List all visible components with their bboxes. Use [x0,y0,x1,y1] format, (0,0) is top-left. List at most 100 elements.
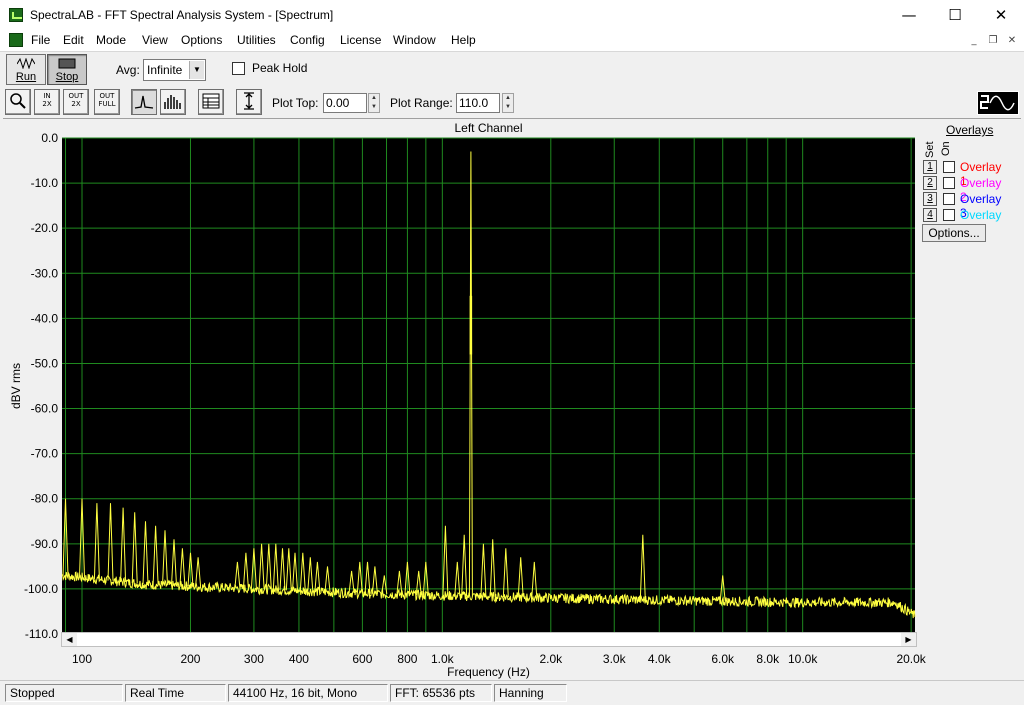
zoom-out-full-icon: OUT FULL [95,92,119,108]
zoom-in-2x-icon: IN 2X [35,92,59,108]
y-tick-label: -70.0 [31,447,59,461]
zoom-in-top-label: IN [43,92,51,100]
menu-edit[interactable]: Edit [63,33,84,47]
overlay-2-set-button[interactable]: 2 [923,176,937,190]
zoom-out-bottom-label: 2X [71,100,81,108]
peak-hold-checkbox[interactable] [232,62,245,75]
menu-config[interactable]: Config [290,33,325,47]
line-plot-button[interactable] [131,89,157,115]
y-tick-label: -60.0 [31,402,59,416]
line-plot-icon [134,95,154,109]
x-tick-label: 6.0k [711,652,735,666]
app-icon [9,8,23,22]
zoom-in-2x-button[interactable]: IN 2X [34,89,60,115]
zoom-out-2x-button[interactable]: OUT 2X [63,89,89,115]
overlay-3-checkbox[interactable] [943,193,955,205]
status-window: Hanning [494,684,567,702]
x-tick-label: 3.0k [603,652,627,666]
overlay-1-set-button[interactable]: 1 [923,160,937,174]
x-tick-label: 200 [180,652,200,666]
overlays-on-label: On [940,141,952,156]
zoom-button[interactable] [5,89,31,115]
overlay-options-button[interactable]: Options... [922,224,986,242]
menu-window[interactable]: Window [393,33,436,47]
overlay-4-set-button[interactable]: 4 [923,208,937,222]
document-icon[interactable] [9,33,23,47]
y-tick-label: -30.0 [31,266,59,280]
y-tick-label: -10.0 [31,176,59,190]
x-tick-label: 800 [397,652,417,666]
chevron-down-icon[interactable]: ▼ [189,61,204,79]
spectrum-plot-svg: 0.0 -10.0 -20.0 -30.0 -40.0 -50.0 -60.0 -70.0 -8… [9,121,927,679]
plot-top-label: Plot Top: [272,96,319,110]
zoom-out-full-button[interactable]: OUT FULL [94,89,120,115]
spectrum-chart: 0.0 -10.0 -20.0 -30.0 -40.0 -50.0 -60.0 -70.0 -8… [3,118,1021,680]
stop-square-icon [58,58,76,69]
bar-plot-icon [164,95,181,109]
x-axis-label: Frequency (Hz) [447,665,530,679]
plot-range-input[interactable]: 110.0 [456,93,500,113]
overlay-2-checkbox[interactable] [943,177,955,189]
zoom-full-top-label: OUT [99,92,115,100]
table-button[interactable] [198,89,224,115]
bar-plot-button[interactable] [160,89,186,115]
mdi-minimize-button[interactable]: _ [966,34,982,48]
x-tick-label: 100 [72,652,92,666]
avg-select[interactable]: Infinite ▼ [143,59,206,81]
scroll-left-icon[interactable]: ◀ [62,633,77,646]
y-axis-label: dBV rms [9,363,23,409]
y-tick-label: -50.0 [31,356,59,370]
y-tick-label: -80.0 [31,492,59,506]
sine-wave-icon [17,58,35,69]
menu-mode[interactable]: Mode [96,33,126,47]
x-tick-label: 20.0k [896,652,926,666]
overlay-4-checkbox[interactable] [943,209,955,221]
horizontal-scrollbar[interactable]: ◀ ▶ [61,632,917,647]
minimize-button[interactable]: — [886,0,932,31]
avg-value: Infinite [147,63,183,77]
menu-view[interactable]: View [142,33,168,47]
menu-options[interactable]: Options [181,33,222,47]
mdi-restore-button[interactable]: ❐ [985,34,1001,48]
zoom-in-bottom-label: 2X [42,100,52,108]
run-button[interactable]: Run [6,54,46,85]
x-tick-label: 2.0k [539,652,563,666]
overlay-3-set-button[interactable]: 3 [923,192,937,206]
logo-graphic [980,95,1015,111]
stop-button[interactable]: Stop [47,54,87,85]
mdi-close-button[interactable]: ✕ [1004,34,1020,48]
maximize-button[interactable]: ☐ [932,0,978,31]
scroll-right-icon[interactable]: ▶ [901,633,916,646]
overlay-1-checkbox[interactable] [943,161,955,173]
status-state: Stopped [5,684,123,702]
menu-bar: File Edit Mode View Options Utilities Co… [0,31,1024,51]
x-tick-label: 10.0k [788,652,818,666]
avg-label: Avg: [116,63,140,77]
plot-top-value: 0.00 [326,96,350,110]
stop-label: Stop [55,71,79,83]
status-bar: Stopped Real Time 44100 Hz, 16 bit, Mono… [0,680,1024,705]
x-tick-label: 1.0k [431,652,455,666]
run-label: Run [15,71,37,83]
overlays-header: Overlays [946,123,994,137]
scale-button[interactable] [236,89,262,115]
menu-file[interactable]: File [31,33,50,47]
plot-top-input[interactable]: 0.00 [323,93,367,113]
y-tick-label: -100.0 [24,582,58,596]
overlays-panel: Overlays Set On 1 Overlay 1 2 Overlay 2 … [920,120,1020,280]
menu-help[interactable]: Help [451,33,476,47]
plot-range-value: 110.0 [459,96,489,110]
plot-top-spinner[interactable]: ▲ ▼ [368,93,380,113]
plot-range-spinner[interactable]: ▲ ▼ [502,93,514,113]
sine-square-logo-icon [977,91,1019,115]
zoom-out-top-label: OUT [68,92,84,100]
scale-icon [244,92,254,110]
menu-utilities[interactable]: Utilities [237,33,276,47]
menu-license[interactable]: License [340,33,381,47]
zoom-out-2x-icon: OUT 2X [64,92,88,108]
close-button[interactable]: ✕ [978,0,1024,31]
x-tick-label: 4.0k [648,652,672,666]
y-tick-label: -40.0 [31,311,59,325]
table-icon [202,93,220,109]
plot-range-label: Plot Range: [390,96,453,110]
